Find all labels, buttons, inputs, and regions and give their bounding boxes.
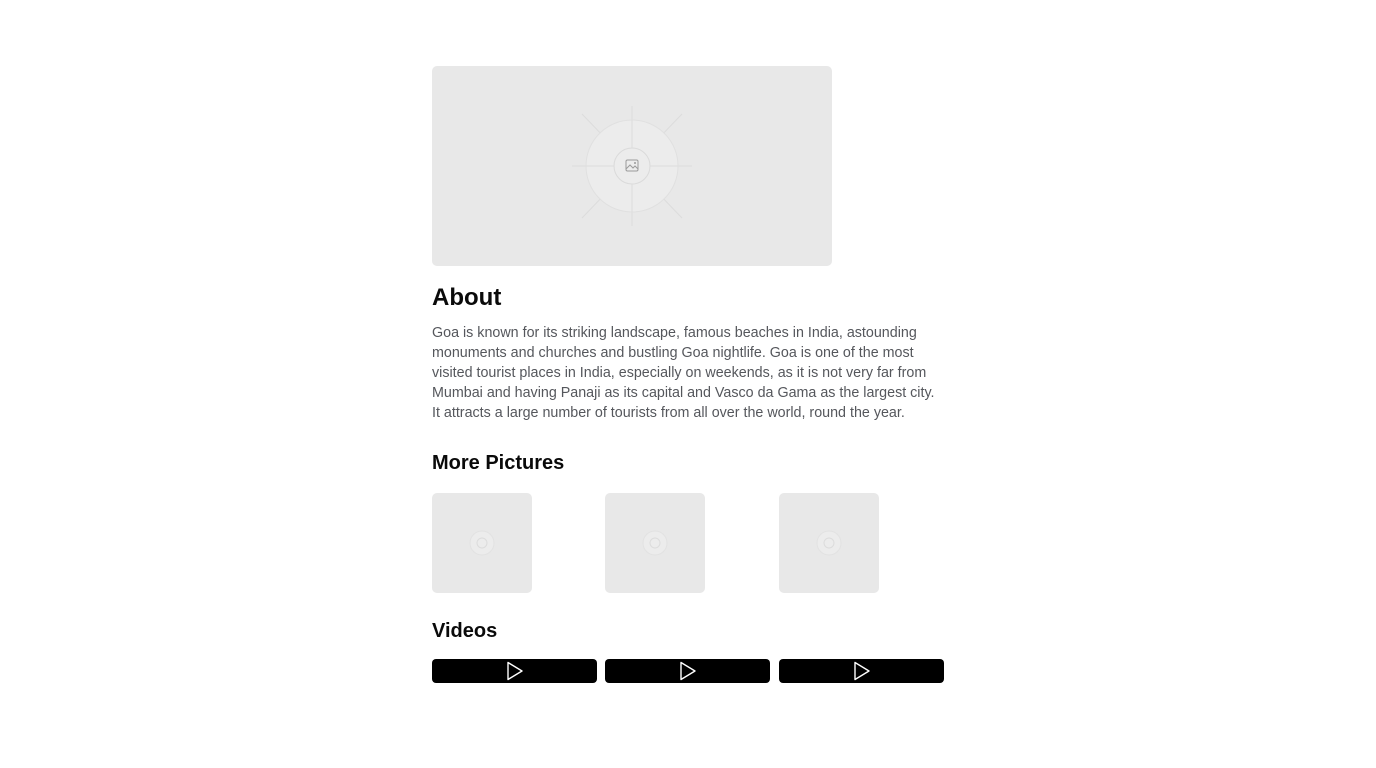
about-heading: About [432,284,502,311]
video-player[interactable] [432,659,597,683]
pictures-gallery [432,493,944,593]
picture-thumbnail[interactable] [605,493,705,593]
picture-thumbnail[interactable] [779,493,879,593]
videos-heading: Videos [432,620,498,642]
picture-thumbnail[interactable] [432,493,532,593]
video-player[interactable] [605,659,770,683]
videos-list [432,659,944,683]
image-placeholder-icon [642,530,668,556]
hero-image [432,66,832,266]
more-pictures-heading: More Pictures [432,452,565,474]
image-placeholder-icon [469,530,495,556]
page-content: About Goa is known for its striking land… [432,66,944,683]
about-description: Goa is known for its striking landscape,… [432,325,935,421]
image-placeholder-icon [816,530,842,556]
image-placeholder-icon [572,106,692,226]
play-icon[interactable] [853,661,871,681]
play-icon[interactable] [506,661,524,681]
play-icon[interactable] [679,661,697,681]
video-player[interactable] [779,659,944,683]
